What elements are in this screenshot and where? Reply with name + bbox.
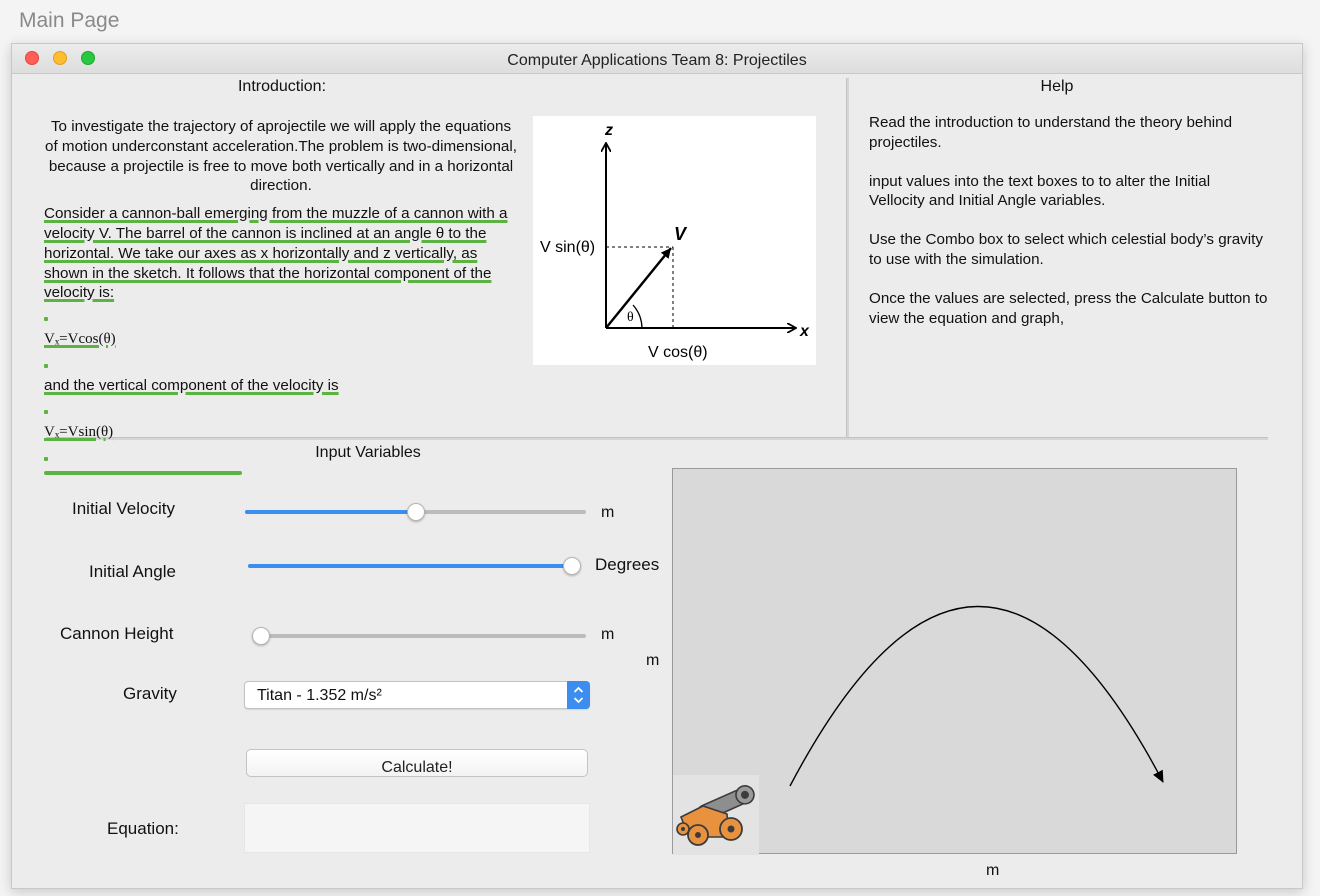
spell-check-marker (44, 317, 48, 322)
gravity-label: Gravity (123, 684, 177, 703)
slider-fill (245, 510, 416, 514)
slider-thumb[interactable] (252, 627, 270, 645)
initial-velocity-unit: m (601, 504, 615, 521)
intro-paragraph-2-text: Consider a cannon-ball emerging from the… (44, 205, 508, 302)
slider-thumb[interactable] (407, 503, 425, 521)
velocity-components-figure: z x V V sin(θ) V cos(θ) θ (540, 122, 810, 361)
spell-check-marker (44, 409, 48, 414)
graph-y-axis-unit: m (646, 652, 660, 669)
vsin-label: V sin(θ) (540, 239, 595, 256)
trajectory-graph (672, 468, 1237, 855)
spell-check-underline (44, 471, 242, 475)
window-titlebar[interactable]: Computer Applications Team 8: Projectile… (12, 44, 1302, 74)
help-text: Read the introduction to understand the … (869, 113, 1269, 347)
help-item: input values into the text boxes to to a… (869, 172, 1211, 210)
slider-thumb[interactable] (563, 557, 581, 575)
vcos-label: V cos(θ) (648, 344, 708, 361)
cannon-height-label: Cannon Height (60, 624, 174, 643)
window-title: Computer Applications Team 8: Projectile… (507, 52, 807, 69)
input-variables-heading: Input Variables (315, 444, 421, 461)
trajectory-plot (673, 605, 1164, 855)
velocity-vector (605, 247, 672, 329)
intro-paragraph-3: and the vertical component of the veloci… (44, 376, 339, 394)
slider-fill (248, 564, 581, 568)
help-item: Use the Combo box to select which celest… (869, 231, 1263, 268)
initial-angle-label: Initial Angle (89, 562, 176, 581)
help-heading: Help (1040, 78, 1074, 95)
intro-paragraph-1: To investigate the trajectory of aprojec… (45, 118, 517, 195)
equation-label: Equation: (107, 819, 179, 838)
horizontal-velocity-formula: Vₓ=Vcos(θ) (44, 331, 116, 348)
v-label: V (674, 224, 688, 244)
initial-velocity-label: Initial Velocity (72, 499, 175, 518)
introduction-text: To investigate the trajectory of aprojec… (44, 117, 518, 469)
spell-check-marker (44, 363, 48, 368)
initial-velocity-slider[interactable] (245, 502, 586, 522)
spell-check-marker (44, 456, 48, 461)
help-item: Read the introduction to understand the … (869, 114, 1233, 151)
initial-angle-unit: Degrees (595, 555, 660, 574)
app-window: Computer Applications Team 8: Projectile… (11, 43, 1303, 889)
initial-angle-slider[interactable] (248, 556, 581, 576)
trajectory-curve (789, 605, 1164, 787)
z-label: z (604, 122, 613, 139)
gravity-combo-box[interactable]: Titan - 1.352 m/s² (244, 681, 590, 709)
introduction-heading: Introduction: (237, 78, 327, 95)
x-label: x (799, 323, 810, 340)
help-item: Once the values are selected, press the … (869, 289, 1268, 327)
cannon-height-slider[interactable] (252, 626, 586, 646)
velocity-diagram: z x V V sin(θ) V cos(θ) θ (533, 116, 816, 365)
intro-paragraph-2: Consider a cannon-ball emerging from the… (44, 204, 518, 303)
angle-arc (632, 304, 643, 329)
page-title: Main Page (19, 9, 120, 32)
chevron-up-down-icon[interactable] (567, 681, 590, 709)
cannon-height-unit: m (601, 626, 615, 643)
theta-label: θ (627, 310, 634, 325)
vertical-velocity-formula: Vₓ=Vsin(θ) (44, 423, 114, 440)
slider-track (252, 634, 586, 638)
equation-output (244, 803, 590, 853)
calculate-button[interactable]: Calculate! (246, 749, 588, 777)
graph-x-axis-unit: m (986, 862, 1000, 879)
vertical-splitter[interactable] (846, 78, 849, 440)
gravity-selected-value: Titan - 1.352 m/s² (257, 687, 382, 704)
